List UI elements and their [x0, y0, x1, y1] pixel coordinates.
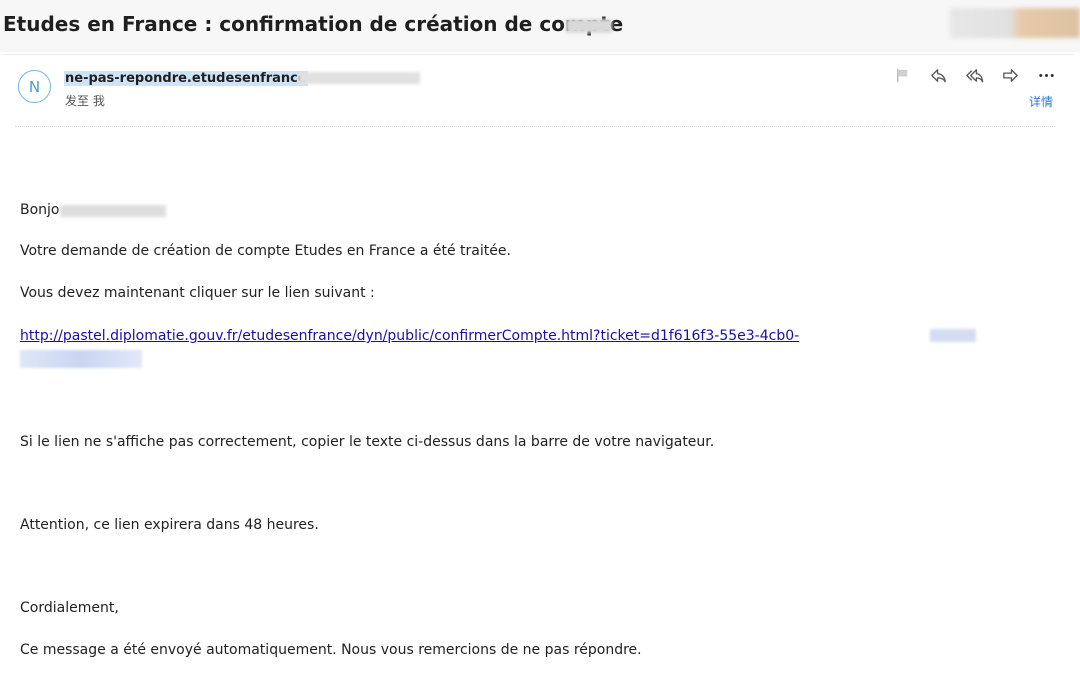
header-divider — [15, 126, 1055, 127]
footer-line: Ce message a été envoyé automatiquement.… — [20, 642, 642, 658]
more-button[interactable] — [1034, 64, 1058, 86]
more-icon — [1038, 73, 1054, 77]
subject-redaction — [566, 19, 612, 33]
email-subject: Etudes en France : confirmation de créat… — [3, 12, 624, 36]
reply-all-icon — [965, 68, 983, 82]
reply-all-button[interactable] — [962, 64, 986, 86]
sender-avatar[interactable]: N — [18, 70, 51, 103]
reply-icon — [930, 68, 946, 82]
link-redaction — [930, 329, 976, 342]
redacted-avatar — [950, 8, 1080, 38]
message-actions — [890, 64, 1058, 86]
sender-address[interactable]: ne-pas-repondre.etudesenfrance — [64, 71, 308, 86]
details-link[interactable]: 详情 — [1029, 93, 1053, 110]
flag-button[interactable] — [890, 64, 914, 86]
body-line-1: Votre demande de création de compte Etud… — [20, 243, 511, 259]
confirmation-link[interactable]: http://pastel.diplomatie.gouv.fr/etudese… — [20, 325, 980, 347]
greeting-redaction — [60, 205, 166, 217]
greeting: Bonjo — [20, 202, 60, 218]
sender-redaction — [298, 72, 420, 84]
forward-button[interactable] — [998, 64, 1022, 86]
reply-button[interactable] — [926, 64, 950, 86]
subject-bar: Etudes en France : confirmation de créat… — [0, 0, 1080, 52]
closing: Cordialement, — [20, 600, 119, 616]
email-card — [2, 54, 1074, 684]
forward-icon — [1002, 68, 1018, 82]
body-line-2: Vous devez maintenant cliquer sur le lie… — [20, 285, 375, 301]
body-line-3: Si le lien ne s'affiche pas correctement… — [20, 434, 715, 450]
link-redaction-line-2 — [20, 350, 142, 368]
recipient-line: 发至 我 — [65, 94, 105, 108]
body-line-4: Attention, ce lien expirera dans 48 heur… — [20, 517, 319, 533]
flag-icon — [896, 68, 907, 82]
